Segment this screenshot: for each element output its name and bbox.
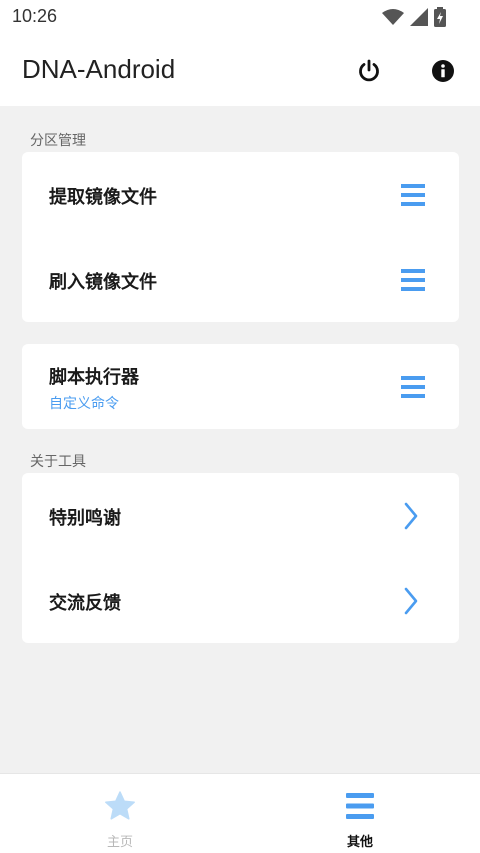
list-item-label: 交流反馈 [49, 593, 121, 614]
power-icon [359, 59, 379, 82]
nav-label-other: 其他 [346, 835, 373, 850]
star-icon [105, 791, 135, 820]
nav-label-home: 主页 [106, 835, 133, 850]
menu-icon [346, 793, 374, 819]
app-title: DNA-Android [22, 54, 176, 84]
section-label-about: 关于工具 [30, 454, 86, 470]
status-icons [382, 7, 446, 27]
bottom-navigation: 主页 其他 [0, 773, 480, 853]
script-card[interactable]: 脚本执行器 自定义命令 [22, 344, 459, 429]
script-runner-title: 脚本执行器 [49, 367, 139, 388]
menu-icon [401, 269, 425, 291]
list-item-extract-image[interactable]: 提取镜像文件 [22, 152, 459, 237]
list-item-acknowledgements[interactable]: 特别鸣谢 [22, 473, 459, 558]
script-runner-subtitle: 自定义命令 [49, 396, 119, 412]
list-item-flash-image[interactable]: 刷入镜像文件 [22, 237, 459, 322]
status-bar: 10:26 [0, 0, 480, 34]
info-button[interactable] [428, 56, 458, 86]
list-item-label: 特别鸣谢 [49, 508, 121, 529]
cellular-signal-icon [410, 8, 428, 26]
about-card: 特别鸣谢 交流反馈 [22, 473, 459, 643]
battery-charging-icon [434, 7, 446, 27]
info-icon [432, 60, 454, 82]
list-item-feedback[interactable]: 交流反馈 [22, 558, 459, 643]
list-item-label: 提取镜像文件 [49, 187, 157, 208]
partition-card: 提取镜像文件 刷入镜像文件 [22, 152, 459, 322]
section-label-partition: 分区管理 [30, 133, 86, 149]
menu-icon [401, 184, 425, 206]
nav-item-home[interactable]: 主页 [0, 774, 240, 853]
chevron-right-icon [404, 502, 418, 530]
list-item-label: 刷入镜像文件 [49, 272, 157, 293]
menu-icon [401, 376, 425, 398]
app-bar: DNA-Android [0, 34, 480, 106]
nav-item-other[interactable]: 其他 [240, 774, 480, 853]
wifi-icon [382, 9, 404, 25]
status-time: 10:26 [12, 6, 58, 26]
chevron-right-icon [404, 587, 418, 615]
power-button[interactable] [354, 56, 384, 86]
